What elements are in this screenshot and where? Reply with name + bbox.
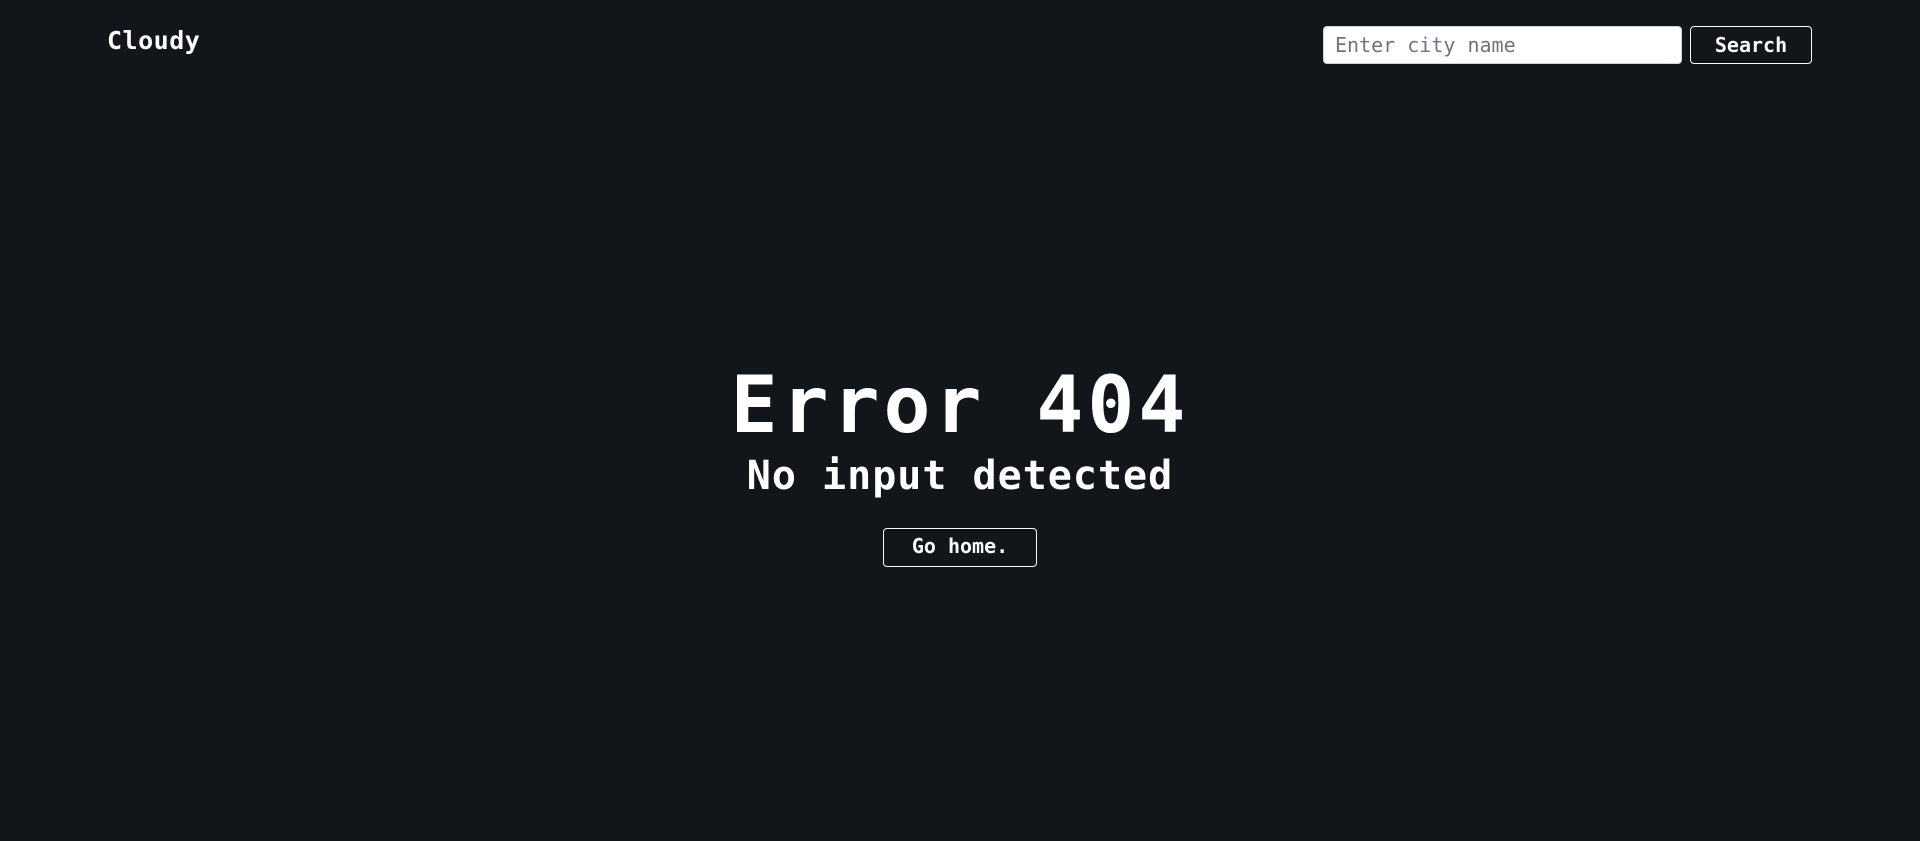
navbar: Cloudy Search [0, 0, 1920, 90]
error-title: Error 404 [730, 361, 1190, 451]
error-section: Error 404 No input detected Go home. [0, 362, 1920, 567]
go-home-button[interactable]: Go home. [883, 528, 1037, 567]
error-message: No input detected [746, 453, 1174, 499]
brand-link[interactable]: Cloudy [107, 26, 200, 55]
search-form: Search [1323, 26, 1812, 64]
city-search-input[interactable] [1323, 26, 1682, 64]
search-button[interactable]: Search [1690, 26, 1812, 64]
page: Cloudy Search Error 404 No input detecte… [0, 0, 1920, 841]
